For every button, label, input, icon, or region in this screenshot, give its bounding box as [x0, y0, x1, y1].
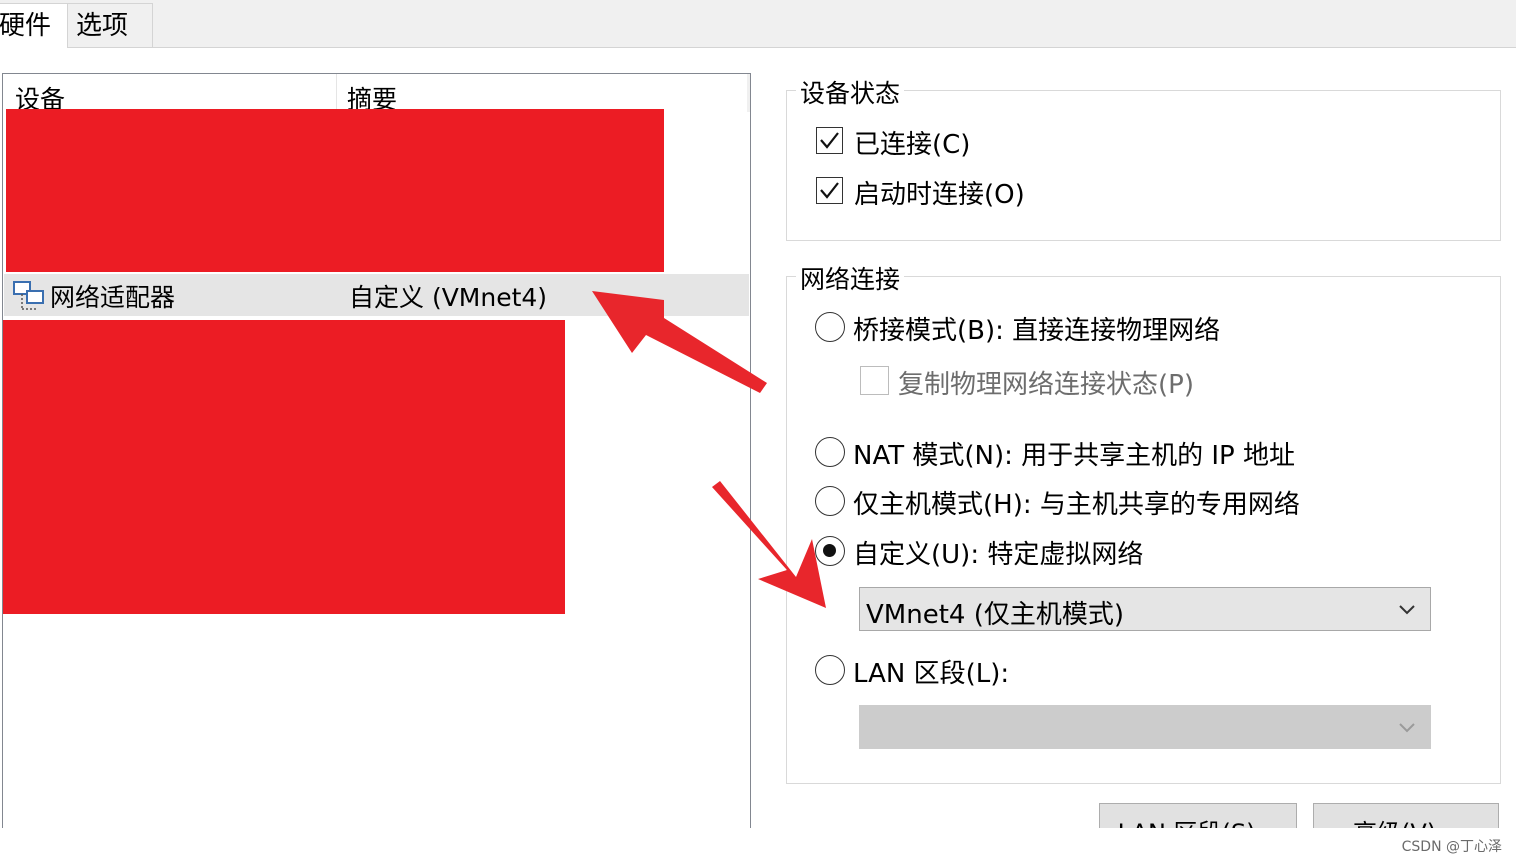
device-name: 网络适配器	[50, 283, 176, 312]
redacted-block-top	[6, 109, 664, 272]
device-status-title: 设备状态	[796, 74, 905, 110]
chevron-down-icon	[1399, 605, 1415, 615]
device-summary: 自定义 (VMnet4)	[349, 283, 548, 312]
custom-label[interactable]: 自定义(U): 特定虚拟网络	[853, 534, 1143, 571]
tab-strip	[0, 0, 1516, 48]
bridged-radio[interactable]	[815, 312, 845, 342]
host-only-radio[interactable]	[815, 486, 845, 516]
checkmark-icon	[820, 182, 839, 199]
connected-label[interactable]: 已连接(C)	[854, 124, 970, 161]
lan-segment-radio[interactable]	[815, 655, 845, 685]
connect-at-power-on-checkbox[interactable]	[816, 177, 843, 204]
custom-radio[interactable]	[815, 536, 845, 566]
device-list[interactable]: 设备 摘要 网络适配器 自定义 (VMnet4)	[2, 73, 751, 833]
network-adapter-icon	[13, 281, 44, 310]
replicate-state-checkbox[interactable]	[860, 366, 889, 395]
connect-at-power-on-label[interactable]: 启动时连接(O)	[854, 174, 1025, 211]
column-separator	[336, 74, 337, 112]
nat-label[interactable]: NAT 模式(N): 用于共享主机的 IP 地址	[853, 435, 1295, 472]
lan-segment-label[interactable]: LAN 区段(L):	[853, 653, 1009, 690]
custom-network-dropdown[interactable]: VMnet4 (仅主机模式)	[859, 587, 1431, 631]
device-status-group	[786, 90, 1501, 241]
bridged-label[interactable]: 桥接模式(B): 直接连接物理网络	[853, 310, 1220, 347]
chevron-down-icon	[1399, 723, 1415, 733]
checkmark-icon	[820, 132, 839, 149]
custom-network-value: VMnet4 (仅主机模式)	[866, 600, 1124, 630]
host-only-label[interactable]: 仅主机模式(H): 与主机共享的专用网络	[853, 484, 1300, 521]
radio-selected-dot	[823, 544, 836, 557]
tab-options[interactable]: 选项	[67, 3, 153, 47]
bottom-crop-band	[0, 828, 1516, 863]
tab-hardware[interactable]: 硬件	[0, 3, 68, 48]
redacted-block-bottom	[3, 320, 565, 614]
nat-radio[interactable]	[815, 437, 845, 467]
network-connection-title: 网络连接	[796, 260, 905, 296]
connected-checkbox[interactable]	[816, 127, 843, 154]
watermark-credit: CSDN @丁心泽	[1401, 839, 1502, 855]
replicate-state-label[interactable]: 复制物理网络连接状态(P)	[898, 364, 1194, 401]
list-scroll-edge	[747, 74, 750, 112]
lan-segment-dropdown[interactable]	[859, 705, 1431, 749]
device-row-network-adapter[interactable]: 网络适配器 自定义 (VMnet4)	[4, 274, 749, 316]
